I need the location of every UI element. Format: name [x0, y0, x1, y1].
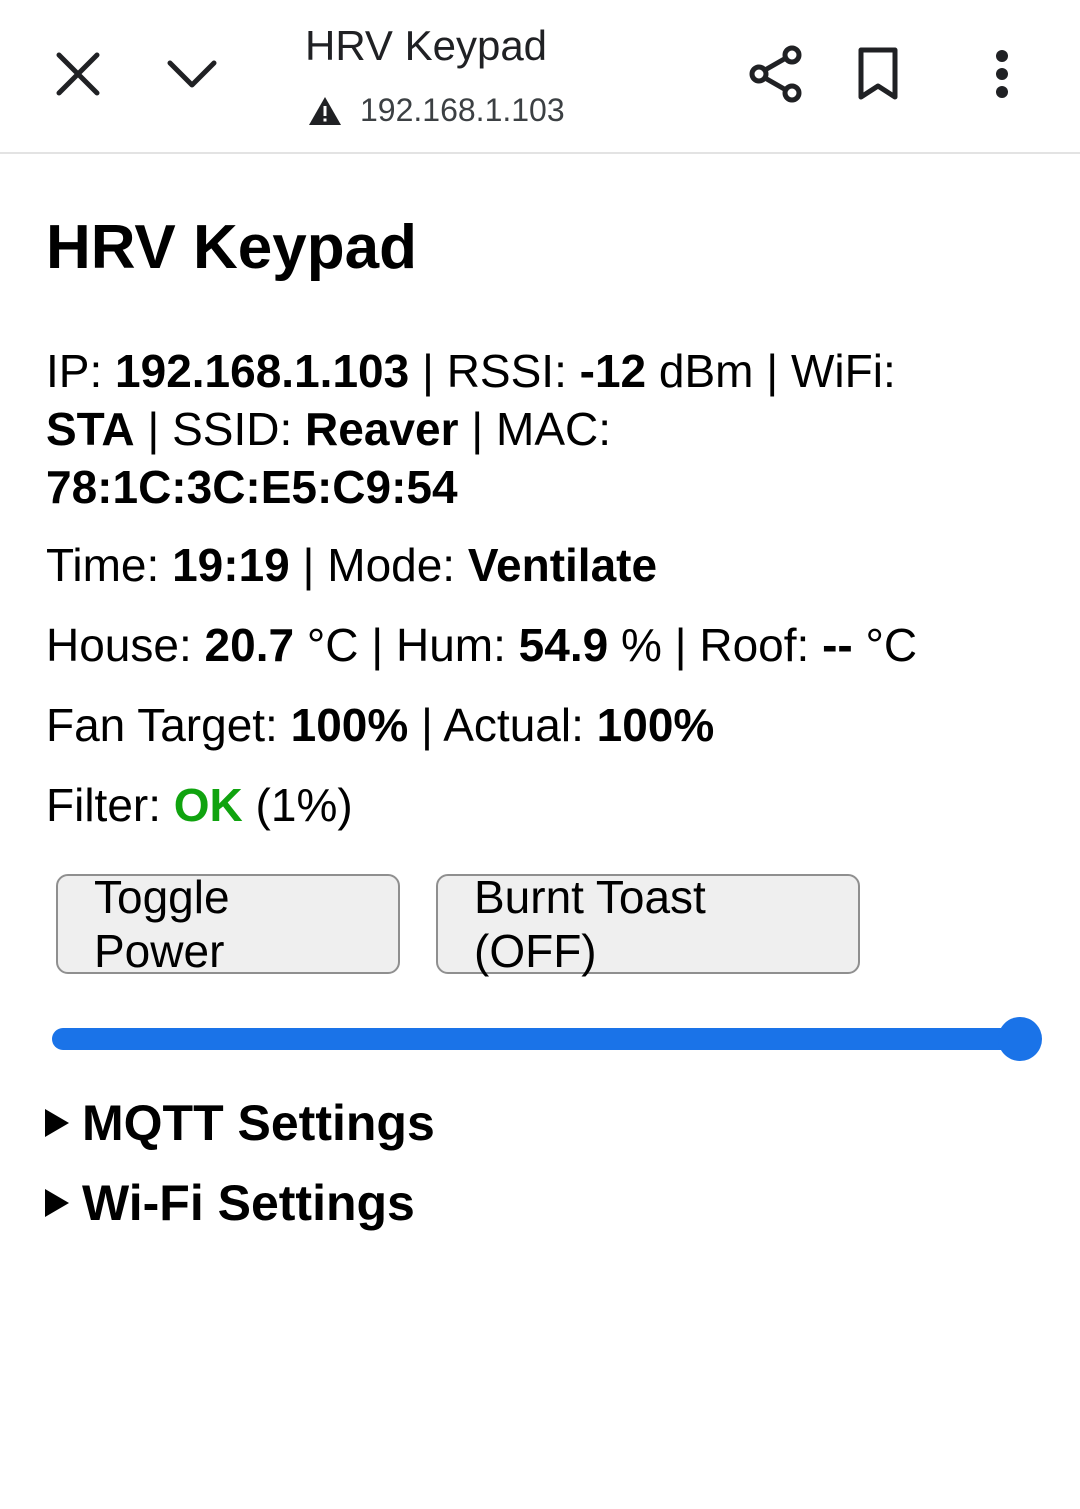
rssi-label: | RSSI: — [409, 345, 580, 397]
network-status: IP: 192.168.1.103 | RSSI: -12 dBm | WiFi… — [46, 342, 1006, 516]
slider-thumb[interactable] — [998, 1017, 1042, 1061]
toggle-power-button[interactable]: Toggle Power — [56, 871, 400, 977]
close-icon[interactable] — [42, 38, 114, 110]
mac-value: 78:1C:3C:E5:C9:54 — [46, 461, 458, 513]
page-title: HRV Keypad — [46, 213, 417, 282]
more-vert-icon[interactable] — [966, 38, 1038, 110]
fan-actual-value: 100% — [596, 699, 715, 751]
browser-url-text: 192.168.1.103 — [360, 92, 565, 128]
fan-target-value: 100% — [290, 699, 409, 751]
rssi-unit: dBm | WiFi: — [646, 345, 896, 397]
triangle-right-icon — [44, 1188, 70, 1218]
humidity-value: 54.9 — [518, 619, 609, 671]
ssid-value: Reaver — [305, 403, 459, 455]
fan-target-label: Fan Target: — [46, 699, 291, 751]
roof-temp-value: -- — [822, 619, 853, 671]
page-content: HRV Keypad IP: 192.168.1.103 | RSSI: -12… — [46, 210, 1046, 834]
burnt-toast-button[interactable]: Burnt Toast (OFF) — [436, 871, 860, 977]
chevron-down-icon[interactable] — [156, 38, 228, 110]
warning-icon — [308, 96, 342, 126]
filter-status: Filter: OK (1%) — [46, 776, 1046, 834]
mqtt-settings-label: MQTT Settings — [82, 1095, 435, 1151]
mac-label: | MAC: — [458, 403, 611, 455]
fan-status: Fan Target: 100% | Actual: 100% — [46, 696, 1046, 754]
wifi-settings-toggle[interactable]: Wi-Fi Settings — [44, 1174, 415, 1232]
mode-label: | Mode: — [289, 539, 468, 591]
ssid-label: | SSID: — [134, 403, 306, 455]
fan-speed-slider[interactable] — [50, 1017, 1042, 1061]
browser-toolbar: HRV Keypad 192.168.1.103 — [0, 0, 1080, 154]
fan-actual-label: | Actual: — [408, 699, 597, 751]
share-icon[interactable] — [740, 38, 812, 110]
filter-percent: (1%) — [242, 779, 353, 831]
wifi-settings-label: Wi-Fi Settings — [82, 1175, 415, 1231]
time-mode-status: Time: 19:19 | Mode: Ventilate — [46, 536, 1046, 594]
time-value: 19:19 — [172, 539, 290, 591]
mqtt-settings-toggle[interactable]: MQTT Settings — [44, 1094, 435, 1152]
ip-label: IP: — [46, 345, 116, 397]
house-label: House: — [46, 619, 205, 671]
rssi-value: -12 — [579, 345, 647, 397]
browser-page-title: HRV Keypad — [305, 22, 548, 69]
mode-value: Ventilate — [467, 539, 658, 591]
filter-label: Filter: — [46, 779, 174, 831]
control-buttons: Toggle Power Burnt Toast (OFF) — [56, 871, 860, 977]
humidity-unit: % | Roof: — [608, 619, 823, 671]
filter-ok-badge: OK — [173, 779, 243, 831]
house-unit: °C | Hum: — [294, 619, 519, 671]
browser-url[interactable]: 192.168.1.103 — [308, 92, 565, 129]
environment-status: House: 20.7 °C | Hum: 54.9 % | Roof: -- … — [46, 616, 1046, 674]
roof-unit: °C — [852, 619, 918, 671]
wifi-mode-value: STA — [46, 403, 135, 455]
ip-value: 192.168.1.103 — [115, 345, 410, 397]
triangle-right-icon — [44, 1108, 70, 1138]
slider-track — [52, 1028, 1022, 1050]
time-label: Time: — [46, 539, 173, 591]
house-temp-value: 20.7 — [204, 619, 295, 671]
bookmark-icon[interactable] — [842, 38, 914, 110]
